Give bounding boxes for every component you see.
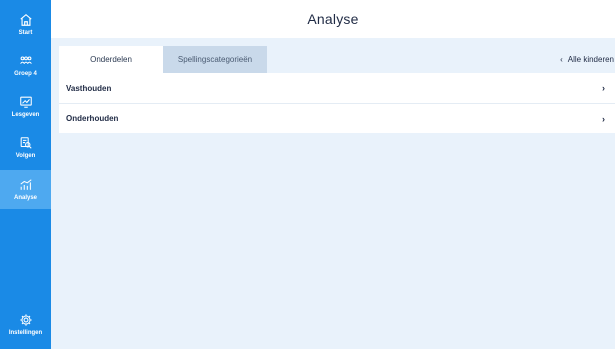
track-icon <box>20 136 32 149</box>
teach-icon <box>19 96 32 108</box>
list-item-onderhouden[interactable]: Onderhouden › <box>59 103 615 133</box>
sidebar-item-label: Volgen <box>15 152 36 159</box>
chevron-right-icon: › <box>602 113 605 124</box>
page-title: Analyse <box>307 11 359 27</box>
sidebar-item-track[interactable]: Volgen <box>0 129 51 166</box>
all-children-label: Alle kinderen <box>567 55 614 64</box>
sidebar-item-label: Start <box>18 29 33 36</box>
content: Onderdelen Spellingscategorieën ‹ Alle k… <box>51 38 615 133</box>
home-icon <box>19 13 32 26</box>
main-area: Analyse Onderdelen Spellingscategorieën … <box>51 0 615 349</box>
sidebar-item-label: Analyse <box>13 194 37 201</box>
page-header: Analyse <box>51 0 615 38</box>
list-item-label: Onderhouden <box>66 114 119 123</box>
all-children-link[interactable]: ‹ Alle kinderen <box>560 46 615 73</box>
sidebar-item-start[interactable]: Start <box>0 6 51 43</box>
item-list: Vasthouden › Onderhouden › <box>59 73 615 133</box>
group-icon <box>19 55 32 64</box>
sidebar-item-label: Groep 4 <box>14 70 37 77</box>
tab-bar: Onderdelen Spellingscategorieën ‹ Alle k… <box>59 46 615 73</box>
sidebar-item-settings[interactable]: Instellingen <box>0 306 51 343</box>
gear-icon <box>19 313 32 326</box>
tab-onderdelen[interactable]: Onderdelen <box>59 46 163 73</box>
sidebar-item-label: Instellingen <box>8 329 43 336</box>
sidebar-item-teach[interactable]: Lesgeven <box>0 88 51 125</box>
chevron-right-icon: › <box>602 83 605 93</box>
list-item-vasthouden[interactable]: Vasthouden › <box>59 73 615 103</box>
sidebar-item-analysis[interactable]: Analyse <box>0 170 51 209</box>
tab-spellingscategorieen[interactable]: Spellingscategorieën <box>163 46 267 73</box>
analysis-icon <box>19 178 32 190</box>
sidebar: Start Groep 4 Lesgeven Volgen Analyse In… <box>0 0 51 349</box>
sidebar-item-label: Lesgeven <box>11 111 40 118</box>
sidebar-item-group[interactable]: Groep 4 <box>0 47 51 84</box>
app-root: Start Groep 4 Lesgeven Volgen Analyse In… <box>0 0 615 349</box>
chevron-left-icon: ‹ <box>560 55 563 64</box>
list-item-label: Vasthouden <box>66 83 112 93</box>
